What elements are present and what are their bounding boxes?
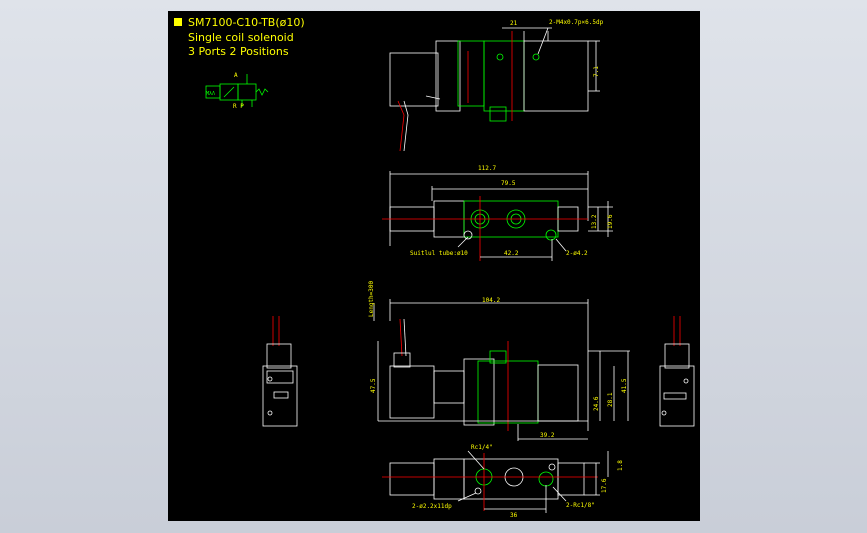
title-marker — [174, 18, 182, 26]
symbol-coil-label: MλΛ — [206, 91, 215, 97]
dim-36: 36 — [510, 512, 518, 519]
side-view — [382, 171, 613, 261]
left-end-view — [262, 316, 298, 427]
dim-24-6: 24.6 — [593, 396, 600, 411]
dim-47-5: 47.5 — [370, 378, 377, 393]
cad-drawing-canvas: SM7100-C10-TB(ø10) Single coil solenoid … — [168, 11, 700, 521]
note-mounting-holes: 2-ø2.2x11dp — [412, 503, 452, 510]
title-line3: 3 Ports 2 Positions — [188, 45, 289, 58]
note-suitable-tube: Suitlul tube:ø10 — [410, 250, 468, 257]
top-view — [389, 27, 600, 152]
dim-13-2: 13.2 — [591, 214, 598, 229]
dim-79-5: 79.5 — [501, 180, 516, 187]
title-line2: Single coil solenoid — [188, 31, 294, 44]
symbol-port-rp: R P — [233, 103, 244, 110]
right-end-view — [659, 316, 695, 427]
dim-39-2: 39.2 — [540, 432, 555, 439]
title-line1: SM7100-C10-TB(ø10) — [188, 16, 305, 29]
dim-21: 21 — [510, 20, 518, 27]
cad-drawing-svg: SM7100-C10-TB(ø10) Single coil solenoid … — [174, 16, 695, 519]
note-rc14-port: Rc1/4" — [471, 444, 493, 451]
note-rc18-ports: 2-Rc1/8" — [566, 502, 595, 509]
dim-17-6: 17.6 — [601, 478, 608, 493]
dim-112-7: 112.7 — [478, 165, 496, 172]
dim-42-2: 42.2 — [504, 250, 519, 257]
dim-104-2: 104.2 — [482, 297, 500, 304]
dim-7-1: 7.1 — [593, 66, 600, 77]
note-hole-dia: 2-ø4.2 — [566, 250, 588, 257]
dim-19-6: 19.6 — [607, 214, 614, 229]
dim-28-1: 28.1 — [607, 392, 614, 407]
front-view — [373, 299, 630, 441]
note-m4-thread: 2-M4x0.7p×6.5dp — [549, 19, 604, 26]
dim-41-5: 41.5 — [621, 378, 628, 393]
note-length: Length=300 — [368, 280, 375, 317]
dim-1-8: 1.8 — [617, 460, 624, 471]
symbol-port-a: A — [234, 72, 238, 79]
